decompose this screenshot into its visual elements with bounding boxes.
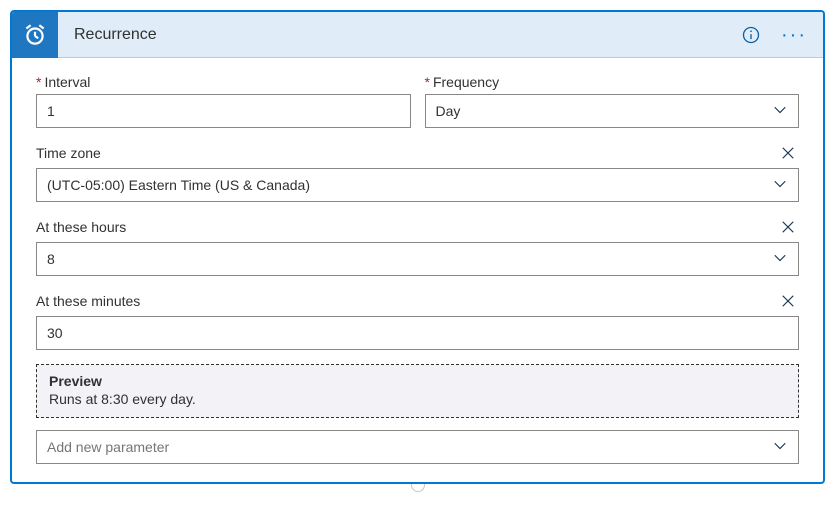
hours-select[interactable] — [36, 242, 799, 276]
hours-label: At these hours — [36, 219, 126, 235]
frequency-select[interactable] — [425, 94, 800, 128]
preview-box: Preview Runs at 8:30 every day. — [36, 364, 799, 418]
card-title: Recurrence — [74, 26, 741, 44]
clock-icon — [12, 12, 58, 58]
card-header: Recurrence ··· — [12, 12, 823, 58]
more-menu-button[interactable]: ··· — [775, 25, 813, 45]
info-icon[interactable] — [741, 25, 761, 45]
remove-minutes-button[interactable] — [777, 290, 799, 312]
connector — [10, 484, 825, 492]
timezone-select[interactable] — [36, 168, 799, 202]
timezone-label: Time zone — [36, 145, 101, 161]
recurrence-card: Recurrence ··· * Interval * Frequen — [10, 10, 825, 484]
card-body: * Interval * Frequency Time zone — [12, 58, 823, 482]
remove-timezone-button[interactable] — [777, 142, 799, 164]
required-marker: * — [425, 74, 430, 90]
minutes-input[interactable] — [36, 316, 799, 350]
frequency-label: * Frequency — [425, 74, 800, 90]
minutes-label: At these minutes — [36, 293, 140, 309]
preview-title: Preview — [49, 373, 786, 389]
remove-hours-button[interactable] — [777, 216, 799, 238]
interval-label: * Interval — [36, 74, 411, 90]
interval-input[interactable] — [36, 94, 411, 128]
required-marker: * — [36, 74, 41, 90]
add-parameter-select[interactable] — [36, 430, 799, 464]
preview-text: Runs at 8:30 every day. — [49, 391, 786, 407]
